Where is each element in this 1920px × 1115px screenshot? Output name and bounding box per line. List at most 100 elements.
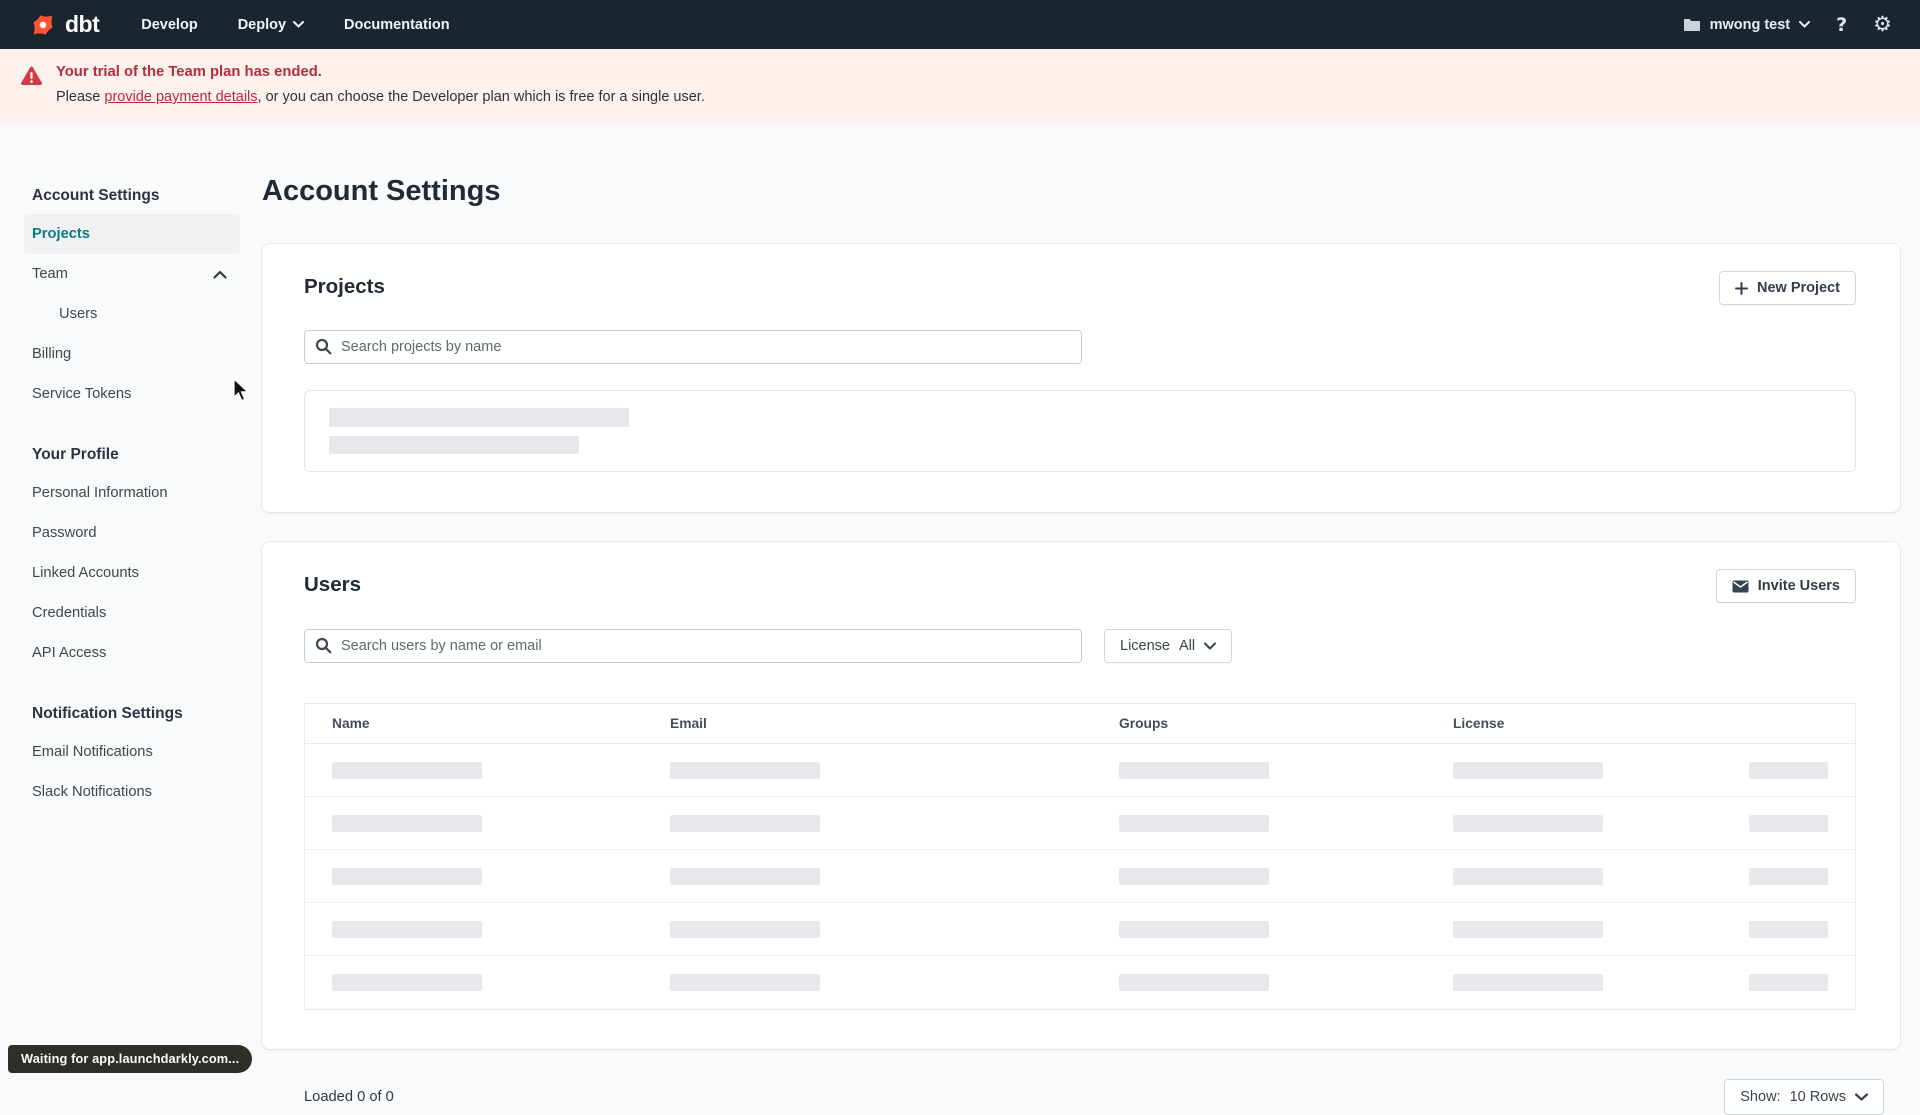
chevron-down-icon (293, 21, 305, 28)
gear-glyph: ⚙ (1873, 12, 1892, 36)
sidebar-item-password[interactable]: Password (24, 513, 240, 553)
sidebar-heading-your-profile: Your Profile (32, 446, 119, 463)
skeleton-bar (670, 920, 820, 938)
search-icon (315, 338, 332, 360)
new-project-button[interactable]: New Project (1719, 271, 1856, 305)
sidebar-item-billing[interactable]: Billing (24, 334, 240, 374)
help-icon[interactable]: ? (1836, 14, 1847, 36)
sidebar-item-linked-accounts-label: Linked Accounts (32, 565, 139, 581)
sidebar-item-team[interactable]: Team (24, 254, 240, 294)
users-search-input[interactable] (304, 629, 1082, 663)
sidebar-item-projects[interactable]: Projects (24, 214, 240, 254)
main-menu: Develop Deploy Documentation (141, 17, 449, 33)
sidebar-item-email-notifications[interactable]: Email Notifications (24, 732, 240, 772)
workspace-name: mwong test (1709, 16, 1791, 33)
provide-payment-details-link[interactable]: provide payment details (104, 89, 257, 105)
skeleton-bar (1119, 867, 1269, 885)
sidebar-item-projects-label: Projects (32, 226, 90, 242)
folder-icon (1683, 18, 1701, 32)
skeleton-bar (1119, 761, 1269, 779)
account-picker[interactable]: mwong test (1683, 17, 1811, 33)
skeleton-bar (670, 974, 820, 991)
banner-body: Please provide payment details, or you c… (56, 89, 705, 105)
sidebar-item-slack-notifications-label: Slack Notifications (32, 784, 152, 800)
skeleton-bar (332, 761, 482, 779)
skeleton-bar (332, 867, 482, 885)
skeleton-bar (1119, 920, 1269, 938)
dbt-logo-icon (28, 10, 58, 40)
skeleton-bar (329, 436, 579, 454)
menu-documentation[interactable]: Documentation (344, 17, 450, 33)
projects-search-input[interactable] (304, 330, 1082, 364)
skeleton-bar (332, 920, 482, 938)
users-card-title: Users (304, 573, 361, 596)
skeleton-bar (329, 408, 629, 427)
page-body: Account Settings Projects Team Users Bil… (0, 123, 1920, 1115)
skeleton-bar (1749, 974, 1828, 991)
skeleton-bar (670, 867, 820, 885)
skeleton-bar (1749, 920, 1828, 938)
sidebar-item-linked-accounts[interactable]: Linked Accounts (24, 553, 240, 593)
sidebar-item-api-access-label: API Access (32, 645, 107, 661)
invite-users-button-label: Invite Users (1757, 578, 1840, 594)
license-filter-label: License (1120, 638, 1170, 654)
table-row (305, 903, 1855, 956)
gear-icon[interactable]: ⚙ (1873, 14, 1892, 35)
plus-icon (1735, 281, 1748, 295)
sidebar-item-api-access[interactable]: API Access (24, 633, 240, 673)
banner-title: Your trial of the Team plan has ended. (56, 64, 322, 80)
users-search (304, 629, 1082, 663)
invite-users-button[interactable]: Invite Users (1715, 569, 1856, 603)
users-table-header: Name Email Groups License (305, 704, 1855, 744)
dbt-logo[interactable]: dbt (28, 10, 100, 40)
skeleton-bar (1453, 974, 1603, 991)
skeleton-bar (1453, 867, 1603, 885)
skeleton-bar (1119, 814, 1269, 832)
browser-status-bubble: Waiting for app.launchdarkly.com... (8, 1045, 253, 1073)
sidebar-item-personal-information[interactable]: Personal Information (24, 473, 240, 513)
rows-per-page-dropdown[interactable]: Show: 10 Rows (1724, 1079, 1884, 1115)
column-header-email: Email (670, 716, 707, 731)
dbt-logo-text: dbt (65, 11, 100, 37)
banner-body-suffix: , or you can choose the Developer plan w… (257, 89, 705, 105)
projects-search (304, 330, 1082, 364)
menu-deploy-label: Deploy (237, 16, 287, 33)
table-row (305, 956, 1855, 1009)
sidebar-item-credentials[interactable]: Credentials (24, 593, 240, 633)
users-card: Users Invite Users License All (262, 542, 1900, 1049)
rows-per-page-label: Show: (1740, 1089, 1781, 1105)
chevron-down-icon (1799, 21, 1811, 28)
sidebar-item-email-notifications-label: Email Notifications (32, 744, 153, 760)
column-header-name: Name (332, 716, 370, 731)
license-filter-dropdown[interactable]: License All (1104, 629, 1233, 663)
help-glyph: ? (1836, 13, 1848, 36)
sidebar-item-team-label: Team (32, 266, 68, 282)
sidebar-item-service-tokens[interactable]: Service Tokens (24, 374, 240, 414)
projects-card-title: Projects (304, 275, 385, 298)
skeleton-bar (1453, 920, 1603, 938)
settings-sidebar: Account Settings Projects Team Users Bil… (24, 123, 240, 1115)
table-row (305, 850, 1855, 903)
new-project-button-label: New Project (1757, 280, 1840, 296)
envelope-icon (1732, 580, 1749, 593)
trial-expired-banner: Your trial of the Team plan has ended. P… (0, 49, 1920, 123)
chevron-up-icon (213, 270, 227, 279)
column-header-license: License (1453, 716, 1505, 731)
chevron-down-icon (1855, 1093, 1868, 1101)
banner-text: Your trial of the Team plan has ended. P… (56, 63, 705, 105)
menu-deploy[interactable]: Deploy (237, 16, 305, 33)
skeleton-bar (1453, 814, 1603, 832)
page-title: Account Settings (262, 175, 501, 207)
table-row (305, 744, 1855, 797)
sidebar-item-users-label: Users (59, 306, 98, 322)
sidebar-item-users[interactable]: Users (24, 294, 240, 334)
sidebar-heading-notification-settings: Notification Settings (32, 705, 183, 722)
table-row (305, 797, 1855, 850)
main-content: Account Settings Projects New Project Se… (240, 123, 1920, 1115)
warning-triangle-icon (20, 63, 43, 105)
menu-develop-label: Develop (141, 16, 198, 33)
menu-develop[interactable]: Develop (141, 17, 197, 33)
skeleton-bar (670, 761, 820, 779)
chevron-down-icon (1204, 642, 1217, 650)
sidebar-item-slack-notifications[interactable]: Slack Notifications (24, 772, 240, 812)
